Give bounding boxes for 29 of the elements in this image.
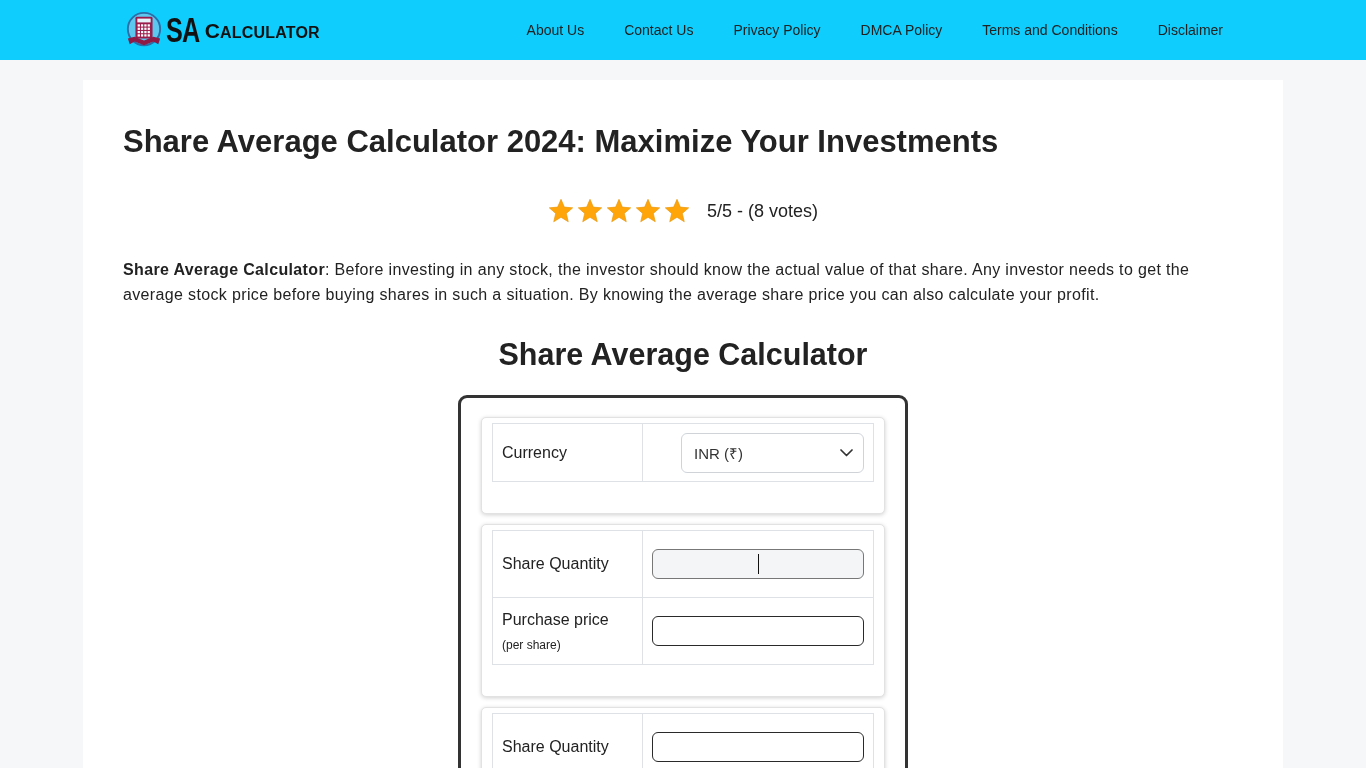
- logo-initials: SA: [166, 13, 200, 47]
- star-icon: [605, 198, 632, 224]
- rating-summary: 5/5 - (8 votes): [706, 200, 818, 222]
- field-label: Purchase price: [502, 610, 610, 630]
- nav-link[interactable]: Terms and Conditions: [962, 20, 1138, 40]
- nav-link[interactable]: Contact Us: [604, 20, 714, 40]
- nav-link[interactable]: DMCA Policy: [840, 20, 963, 40]
- nav-link[interactable]: Privacy Policy: [713, 20, 841, 40]
- star-icon: [663, 198, 690, 224]
- field-label: Currency: [502, 442, 568, 463]
- intro-paragraph: Share Average Calculator: Before investing in any stock, the investor should know the actual value of that share. Any investor needs to get the average stock price before buying shares in such a situation. By knowing the average share price you can also calculate your profit.: [123, 260, 1191, 305]
- field-note: (per share): [502, 637, 562, 654]
- input-field[interactable]: [652, 549, 864, 579]
- logo-wordmark: CALCULATOR: [204, 18, 320, 44]
- star-icon: [547, 198, 574, 224]
- field-label: Share Quantity: [502, 554, 610, 574]
- input-field[interactable]: [652, 732, 864, 762]
- text-cursor-icon: [758, 554, 759, 574]
- input-field[interactable]: [652, 616, 864, 646]
- calculator-logo-icon: [125, 11, 163, 49]
- page-title: Share Average Calculator 2024: Maximize Your Investments: [123, 123, 1000, 161]
- chevron-down-icon: [840, 448, 853, 457]
- star-icon: [634, 198, 661, 224]
- star-icon: [576, 198, 603, 224]
- nav-link[interactable]: About Us: [506, 20, 605, 40]
- calculator-title: Share Average Calculator: [497, 336, 869, 374]
- nav-link[interactable]: Disclaimer: [1137, 20, 1223, 40]
- currency-select[interactable]: INR (₹): [681, 432, 864, 473]
- field-label: Share Quantity: [502, 737, 610, 757]
